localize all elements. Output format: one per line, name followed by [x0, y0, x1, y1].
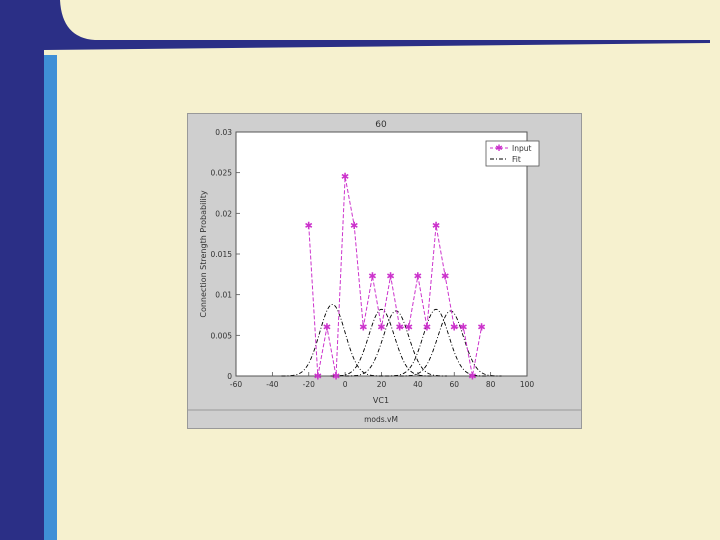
x-tick-label: 0 — [343, 380, 348, 389]
input-point-marker: ✱ — [305, 221, 313, 232]
input-point-marker: ✱ — [359, 323, 367, 334]
input-point-marker: ✱ — [395, 323, 403, 334]
input-point-marker: ✱ — [414, 271, 422, 282]
legend: ✱ Input Fit — [485, 140, 540, 167]
input-point-marker: ✱ — [350, 221, 358, 232]
y-tick-label: 0.005 — [211, 331, 233, 340]
y-tick-label: 0.015 — [211, 250, 233, 259]
input-point-marker: ✱ — [477, 323, 485, 334]
y-tick-label: 0.03 — [215, 128, 232, 137]
y-tick-label: 0 — [227, 372, 232, 381]
input-point-marker: ✱ — [314, 372, 322, 383]
x-tick-label: -40 — [266, 380, 278, 389]
accent-bar — [44, 55, 57, 540]
x-tick-label: 80 — [486, 380, 496, 389]
y-tick-label: 0.025 — [211, 169, 233, 178]
input-point-marker: ✱ — [377, 323, 385, 334]
y-tick-label: 0.02 — [215, 209, 232, 218]
x-tick-label: 60 — [449, 380, 459, 389]
input-point-marker: ✱ — [468, 372, 476, 383]
input-point-marker: ✱ — [450, 323, 458, 334]
input-point-marker: ✱ — [423, 323, 431, 334]
x-tick-label: -60 — [230, 380, 242, 389]
x-tick-label: 40 — [413, 380, 423, 389]
x-axis-label: VC1 — [373, 396, 389, 405]
input-point-marker: ✱ — [441, 271, 449, 282]
y-axis-label: Connection Strength Probability — [199, 190, 208, 318]
bottom-caption: mods.vM — [364, 415, 398, 424]
x-tick-label: 100 — [520, 380, 535, 389]
input-point-marker: ✱ — [332, 372, 340, 383]
input-point-marker: ✱ — [459, 323, 467, 334]
x-tick-label: -20 — [303, 380, 315, 389]
legend-fit-label: Fit — [512, 155, 521, 164]
legend-input-marker: ✱ — [495, 144, 503, 154]
x-tick-label: 20 — [377, 380, 387, 389]
input-point-marker: ✱ — [386, 271, 394, 282]
input-point-marker: ✱ — [341, 172, 349, 183]
chart-title: 60 — [375, 120, 387, 130]
y-tick-label: 0.01 — [215, 291, 232, 300]
top-decorative-curve — [44, 0, 710, 50]
left-sidebar-bar — [0, 0, 44, 540]
input-point-marker: ✱ — [323, 323, 331, 334]
line-chart: ✱✱✱✱✱✱✱✱✱✱✱ ✱✱✱✱✱✱ ✱✱✱ -60 -40 -20 0 20 40 60 80 1… — [188, 120, 581, 424]
input-point-marker: ✱ — [405, 323, 413, 334]
plot-area — [235, 131, 528, 377]
figure-window: ✱ ✱ ✱ ✱ ✱ ✱ ✱ ✱ ✱ ✱ ✱ ✱ ✱ ✱ ✱ ✱ ✱ ✱ ✱ ✱ -60 -40 -20 0 20 40 60 80 1… — [187, 113, 582, 429]
input-point-marker: ✱ — [432, 221, 440, 232]
legend-input-label: Input — [512, 144, 531, 153]
input-point-marker: ✱ — [368, 271, 376, 282]
